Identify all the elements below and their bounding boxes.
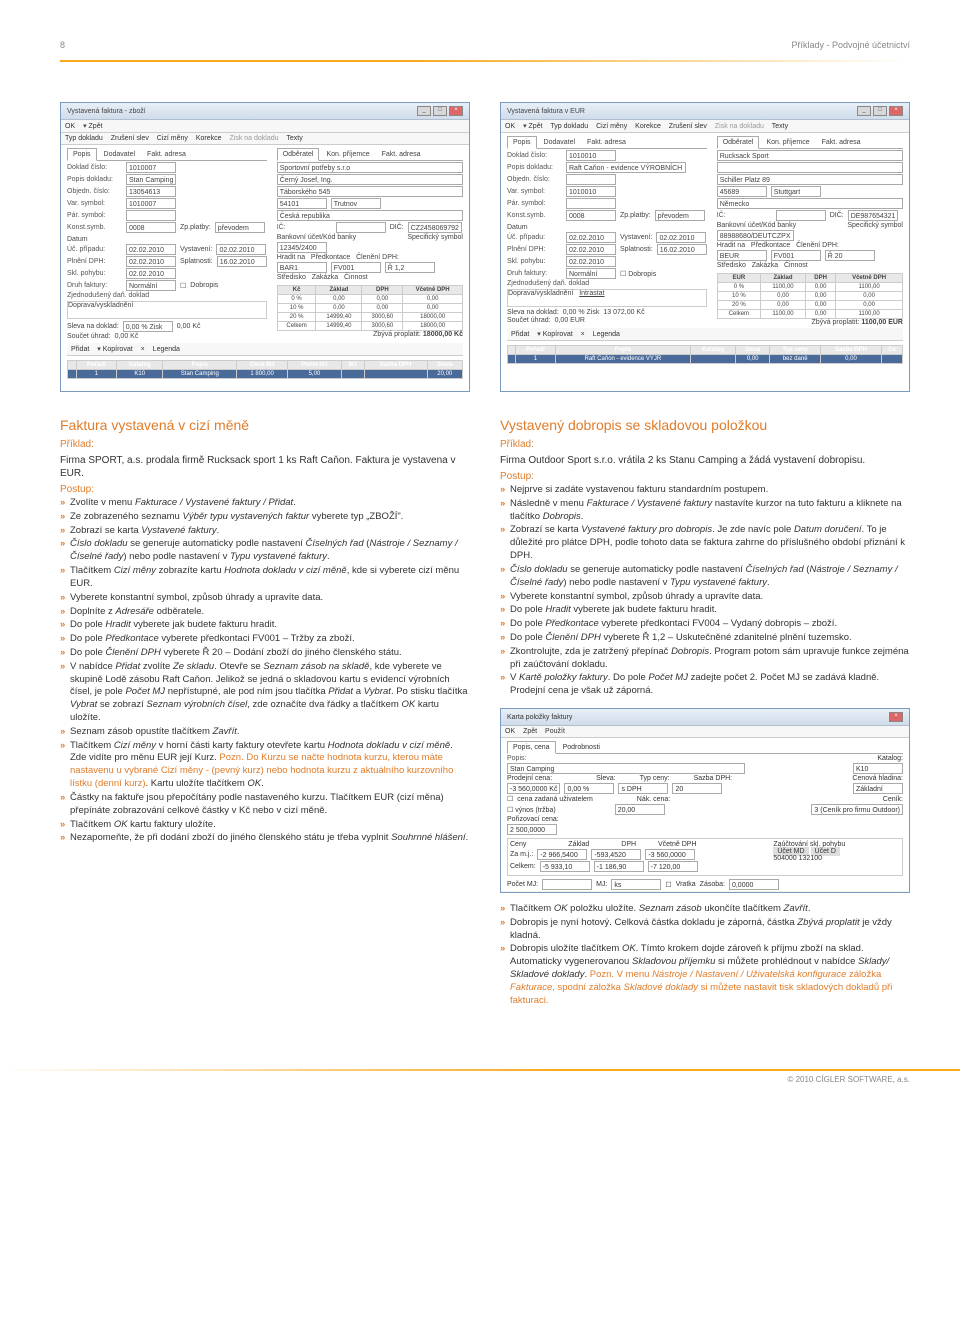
page-number: 8 bbox=[60, 40, 65, 50]
step-item: Vyberete konstantní symbol, způsob úhrad… bbox=[500, 591, 910, 604]
section-title: Příklady - Podvojné účetnictví bbox=[791, 40, 910, 50]
toolbar-item[interactable]: Typ dokladu bbox=[65, 135, 103, 142]
maximize-icon[interactable]: □ bbox=[433, 106, 447, 116]
step-item: Do pole Hradit vyberete jak budete faktu… bbox=[60, 619, 470, 632]
popis-dokladu[interactable]: Stan Camping bbox=[126, 174, 176, 185]
step-item: Doplníte z Adresáře odběratele. bbox=[60, 606, 470, 619]
screenshot-item-card: Karta položky faktury × OK Zpět Použít P… bbox=[500, 708, 910, 893]
konst-symb[interactable]: 0008 bbox=[126, 222, 176, 233]
step-item: Vyberete konstantní symbol, způsob úhrad… bbox=[60, 592, 470, 605]
steps-right-2: Tlačítkem OK položku uložíte. Seznam zás… bbox=[500, 903, 910, 1008]
window-title: Karta položky faktury bbox=[507, 714, 572, 721]
intro-right: Firma Outdoor Sport s.r.o. vrátila 2 ks … bbox=[500, 454, 910, 467]
close-icon[interactable]: × bbox=[889, 712, 903, 722]
ok-button[interactable]: OK bbox=[505, 123, 515, 130]
heading-right: Vystavený dobropis se skladovou položkou bbox=[500, 417, 910, 433]
legend-button[interactable]: Legenda bbox=[153, 346, 180, 353]
right-column: Vystavený dobropis se skladovou položkou… bbox=[500, 417, 910, 1009]
step-item: Zobrazí se karta Vystavené faktury. bbox=[60, 525, 470, 538]
back-button[interactable]: Zpět bbox=[529, 123, 543, 130]
objedn-cislo[interactable]: 13054613 bbox=[126, 186, 176, 197]
divider bbox=[60, 60, 910, 62]
step-item: Do pole Hradit vyberete jak budete faktu… bbox=[500, 604, 910, 617]
zp-platby[interactable]: převodem bbox=[215, 222, 265, 233]
copy-button[interactable]: Kopírovat bbox=[103, 346, 133, 353]
intro-left: Firma SPORT, a.s. prodala firmě Rucksack… bbox=[60, 454, 470, 480]
delete-button[interactable]: × bbox=[141, 346, 145, 353]
var-symbol[interactable]: 1010007 bbox=[126, 198, 176, 209]
step-item: Zobrazí se karta Vystavené faktury pro d… bbox=[500, 524, 910, 562]
toolbar-item[interactable]: Korekce bbox=[196, 135, 222, 142]
footer-copyright: © 2010 CÍGLER SOFTWARE, a.s. bbox=[0, 1071, 960, 1094]
items-grid: PořadíPopisKatalogSlevaTyp cenySazba DPH… bbox=[507, 345, 903, 364]
step-item: V nabídce Přidat zvolíte Ze skladu. Otev… bbox=[60, 661, 470, 725]
maximize-icon[interactable]: □ bbox=[873, 106, 887, 116]
step-item: Dobropis je nyní hotový. Celková částka … bbox=[500, 917, 910, 943]
tab-popis[interactable]: Popis bbox=[67, 148, 97, 161]
totals-table: KčZákladDPHVčetně DPH 0 %0,000,000,00 10… bbox=[277, 285, 463, 331]
screenshot-invoice-goods: Vystavená faktura - zboží _□× OK ▾ Zpět … bbox=[60, 102, 470, 392]
step-item: Nezapomeňte, že při dodání zboží do jiné… bbox=[60, 832, 470, 845]
step-item: Tlačítkem OK položku uložíte. Seznam zás… bbox=[500, 903, 910, 916]
step-item: Zkontrolujte, zda je zatržený přepínač D… bbox=[500, 646, 910, 672]
step-item: Tlačítkem Cizí měny zobrazíte kartu Hodn… bbox=[60, 565, 470, 591]
window-title: Vystavená faktura v EUR bbox=[507, 108, 585, 115]
step-item: Do pole Členění DPH vyberete Ř 1,2 – Usk… bbox=[500, 632, 910, 645]
steps-right: Nejprve si zadáte vystavenou fakturu sta… bbox=[500, 484, 910, 698]
toolbar-item[interactable]: Zisk na dokladu bbox=[230, 135, 279, 142]
priklad-label: Příklad: bbox=[60, 439, 470, 450]
back-button[interactable]: Zpět bbox=[89, 123, 103, 130]
screenshot-invoice-eur: Vystavená faktura v EUR _□× OK ▾ Zpět Ty… bbox=[500, 102, 910, 392]
step-item: Následně v menu Fakturace / Vystavené fa… bbox=[500, 498, 910, 524]
tab-fakt-adresa[interactable]: Fakt. adresa bbox=[142, 149, 191, 160]
par-symbol[interactable] bbox=[126, 210, 176, 221]
items-grid: PořadíKatalogPopisCena MJPočet MJMJSazba… bbox=[67, 360, 463, 379]
window-title: Vystavená faktura - zboží bbox=[67, 108, 146, 115]
step-item: Tlačítkem Cizí měny v horní části karty … bbox=[60, 740, 470, 791]
heading-left: Faktura vystavená v cizí měně bbox=[60, 417, 470, 433]
step-item: Do pole Předkontace vyberete předkontaci… bbox=[60, 633, 470, 646]
close-icon[interactable]: × bbox=[889, 106, 903, 116]
step-item: V Kartě položky faktury. Do pole Počet M… bbox=[500, 672, 910, 698]
postup-label: Postup: bbox=[60, 484, 470, 495]
tab-dodavatel[interactable]: Dodavatel bbox=[99, 149, 141, 160]
step-item: Částky na faktuře jsou přepočítány podle… bbox=[60, 792, 470, 818]
toolbar-item[interactable]: Cizí měny bbox=[157, 135, 188, 142]
left-column: Faktura vystavená v cizí měně Příklad: F… bbox=[60, 417, 470, 1009]
step-item: Dobropis uložíte tlačítkem OK. Tímto kro… bbox=[500, 943, 910, 1007]
ok-button[interactable]: OK bbox=[65, 123, 75, 130]
minimize-icon[interactable]: _ bbox=[417, 106, 431, 116]
toolbar-item[interactable]: Texty bbox=[286, 135, 302, 142]
close-icon[interactable]: × bbox=[449, 106, 463, 116]
toolbar-item[interactable]: Zrušení slev bbox=[111, 135, 149, 142]
tab-odberatel[interactable]: Odběratel bbox=[277, 148, 320, 161]
toolbar: OK ▾ Zpět bbox=[61, 120, 469, 133]
step-item: Do pole Předkontace vyberete předkontaci… bbox=[500, 618, 910, 631]
step-item: Tlačítkem OK kartu faktury uložíte. bbox=[60, 819, 470, 832]
steps-left: Zvolíte v menu Fakturace / Vystavené fak… bbox=[60, 497, 470, 845]
step-item: Číslo dokladu se generuje automaticky po… bbox=[500, 564, 910, 590]
doklad-cislo[interactable]: 1010007 bbox=[126, 162, 176, 173]
step-item: Do pole Členění DPH vyberete Ř 20 – Dodá… bbox=[60, 647, 470, 660]
add-button[interactable]: Přidat bbox=[71, 346, 89, 353]
step-item: Nejprve si zadáte vystavenou fakturu sta… bbox=[500, 484, 910, 497]
totals-table: EURZákladDPHVčetně DPH 0 %1100,000,00110… bbox=[717, 273, 903, 319]
step-item: Zvolíte v menu Fakturace / Vystavené fak… bbox=[60, 497, 470, 510]
minimize-icon[interactable]: _ bbox=[857, 106, 871, 116]
step-item: Ze zobrazeného seznamu Výběr typu vystav… bbox=[60, 511, 470, 524]
datum-pripadu[interactable]: 02.02.2010 bbox=[126, 244, 176, 255]
step-item: Seznam zásob opustíte tlačítkem Zavřít. bbox=[60, 726, 470, 739]
step-item: Číslo dokladu se generuje automaticky po… bbox=[60, 538, 470, 564]
doprava-vyskladneni: Doprava/vyskladnění bbox=[67, 301, 267, 319]
